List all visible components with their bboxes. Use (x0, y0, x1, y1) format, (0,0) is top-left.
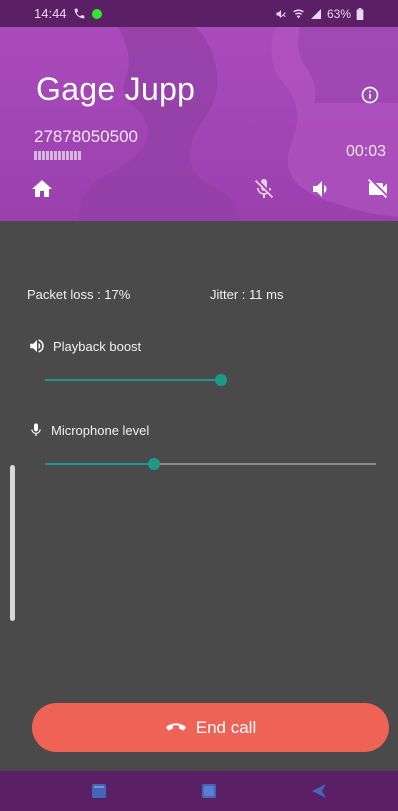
call-details-panel: Packet loss : 17% Jitter : 11 ms Playbac… (0, 221, 398, 771)
mic-off-icon[interactable] (252, 177, 276, 201)
end-call-label: End call (195, 717, 257, 737)
playback-boost-slider[interactable] (45, 374, 227, 386)
mute-icon (276, 9, 286, 18)
call-header: Gage Jupp 27878050500 00:03 (0, 27, 398, 221)
caller-number: 27878050500 (34, 127, 139, 146)
status-left: 14:44 (34, 6, 102, 21)
status-right: 63% (275, 7, 364, 21)
home-icon[interactable] (30, 177, 54, 201)
playback-boost-label-row: Playback boost (28, 337, 141, 355)
video-off-icon[interactable] (366, 177, 390, 201)
speaker-icon[interactable] (310, 177, 334, 201)
microphone-level-label: Microphone level (51, 422, 150, 438)
call-quality-bars (34, 151, 81, 160)
info-icon[interactable] (360, 85, 380, 105)
status-bar: 14:44 63% (0, 0, 398, 27)
microphone-icon (31, 423, 41, 436)
packet-loss-stat: Packet loss : 17% (27, 287, 131, 302)
call-action-bar (0, 177, 398, 207)
edge-panel-handle[interactable] (10, 465, 15, 621)
signal-icon (310, 8, 321, 19)
microphone-level-thumb[interactable] (148, 458, 160, 470)
end-call-button[interactable]: End call (32, 703, 389, 752)
jitter-stat: Jitter : 11 ms (210, 287, 284, 302)
back-icon[interactable] (309, 781, 329, 801)
battery-level: 63% (326, 6, 351, 21)
status-time: 14:44 (34, 6, 67, 21)
phone-icon (74, 8, 84, 19)
microphone-level-fill (45, 463, 154, 465)
playback-boost-thumb[interactable] (215, 374, 227, 386)
caller-name: Gage Jupp (36, 71, 196, 107)
active-call-indicator (91, 8, 102, 19)
recent-apps-icon[interactable] (89, 781, 109, 801)
playback-boost-label: Playback boost (53, 338, 142, 354)
system-nav-bar (0, 771, 398, 811)
playback-boost-fill (45, 379, 221, 381)
wifi-icon (293, 9, 304, 18)
microphone-level-label-row: Microphone level (28, 421, 149, 439)
home-nav-icon[interactable] (199, 781, 219, 801)
call-duration: 00:03 (345, 143, 386, 160)
microphone-level-slider[interactable] (45, 458, 376, 470)
hang-up-icon (165, 722, 186, 731)
battery-icon (356, 7, 364, 20)
speaker-icon (30, 339, 44, 353)
